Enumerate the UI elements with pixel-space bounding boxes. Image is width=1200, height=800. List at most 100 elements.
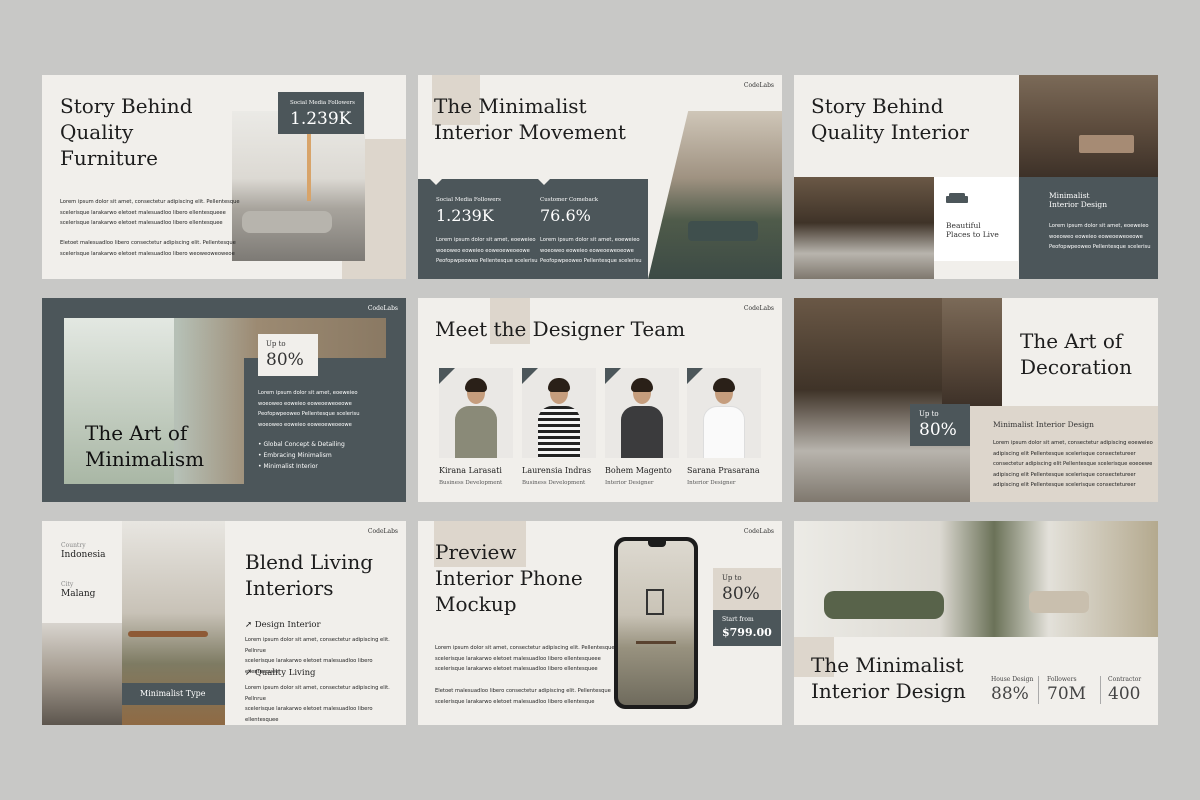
stat2-value: 76.6%	[540, 206, 591, 225]
member-name-1: Kirana Larasati	[439, 466, 502, 475]
bullet-2: • Embracing Minimalism	[258, 452, 332, 459]
arrow-icon: ➚	[245, 668, 255, 678]
slide-story-behind-interior[interactable]: CodeLabs Story Behind Quality Interior M…	[794, 75, 1158, 279]
city-label: City	[61, 581, 74, 588]
kitchen-photo	[794, 177, 934, 279]
slide-title: Story Behind Quality Interior	[811, 94, 969, 144]
slide-title: Story Behind Quality Furniture	[60, 94, 193, 170]
upto-value: 80%	[266, 350, 304, 370]
stat-box: Up to 80%	[910, 404, 970, 446]
kitchen-photo	[42, 623, 122, 725]
member-name-3: Bohem Magento	[605, 466, 672, 475]
side-body: Lorem ipsum dolor sit amet, eoeweieo woe…	[1049, 223, 1151, 250]
slide-phone-mockup[interactable]: CodeLabs Preview Interior Phone Mockup L…	[418, 521, 782, 725]
slide-title: Preview Interior Phone Mockup	[435, 540, 583, 616]
member-name-4: Sarana Prasarana	[687, 466, 760, 475]
stats-panel: Lorem ipsum dolor sit amet, eoeweieo woe…	[244, 358, 386, 484]
member-name-2: Laurensia Indras	[522, 466, 592, 475]
brand-label: CodeLabs	[743, 528, 774, 535]
panel-body: Lorem ipsum dolor sit amet, eoeweieo woe…	[258, 390, 360, 428]
side-body: Lorem ipsum dolor sit amet, consectetur …	[993, 440, 1153, 488]
upto-value: 80%	[722, 584, 760, 604]
stat-label: Social Media Followers	[290, 100, 355, 106]
team-photo-2	[522, 368, 596, 458]
side-title: Minimalist Interior Design	[1049, 191, 1108, 209]
upto-label: Up to	[919, 410, 939, 418]
price-value: $799.00	[722, 626, 772, 639]
feature-card: Beautiful Places to Live	[934, 177, 1018, 261]
slide-title: The Art of Decoration	[1020, 329, 1132, 379]
stat3-label: Contractor	[1108, 676, 1142, 683]
slide-title: The Art of Minimalism	[85, 421, 205, 471]
lounge-photo	[794, 521, 1158, 637]
phone-mockup	[614, 537, 698, 709]
slide-blend-living[interactable]: CodeLabs Country Indonesia City Malang M…	[42, 521, 406, 725]
card-label: Beautiful Places to Live	[946, 221, 999, 239]
item2-body: Lorem ipsum dolor sit amet, consectetur …	[245, 685, 390, 723]
stat1-body: Lorem ipsum dolor sit amet, eoeweieo woe…	[436, 237, 538, 264]
stat3-value: 400	[1108, 684, 1141, 704]
stat1-value: 88%	[991, 684, 1029, 704]
stat-box: Up to 80%	[258, 334, 318, 376]
brand-label: CodeLabs	[367, 528, 398, 535]
tag-box: Minimalist Type	[122, 683, 225, 705]
upto-value: 80%	[919, 420, 957, 440]
bedroom-photo	[1019, 75, 1158, 177]
member-role-2: Business Development	[522, 480, 586, 486]
slide-minimalist-design[interactable]: The Minimalist Interior Design House Des…	[794, 521, 1158, 725]
bullet-3: • Minimalist Interior	[258, 463, 318, 470]
phone-screen	[618, 541, 694, 705]
divider	[1100, 676, 1101, 704]
stat1-label: Social Media Followers	[436, 197, 501, 203]
item2-title: ➚ Quality Living	[245, 668, 316, 678]
room-photo	[648, 111, 782, 279]
slide-minimalist-movement[interactable]: CodeLabs The Minimalist Interior Movemen…	[418, 75, 782, 279]
tag-label: Minimalist Type	[140, 689, 206, 698]
city-value: Malang	[61, 589, 96, 599]
stat2-body: Lorem ipsum dolor sit amet, eoeweieo woe…	[540, 237, 642, 264]
stat1-label: House Design	[991, 676, 1034, 683]
bullet-1: • Global Concept & Detailing	[258, 441, 345, 448]
slide-art-of-decoration[interactable]: The Art of Decoration Minimalist Interio…	[794, 298, 1158, 502]
side-title: Minimalist Interior Design	[993, 420, 1094, 429]
stat2-label: Customer Comeback	[540, 197, 599, 203]
upto-label: Up to	[722, 574, 742, 582]
item1-title: ➚ Design Interior	[245, 620, 321, 630]
member-role-4: Interior Designer	[687, 480, 736, 486]
sofa-icon	[946, 193, 968, 203]
brand-label: CodeLabs	[743, 82, 774, 89]
country-value: Indonesia	[61, 550, 106, 560]
slide-art-of-minimalism[interactable]: CodeLabs Lorem ipsum dolor sit amet, eoe…	[42, 298, 406, 502]
info-panel: Minimalist Interior Design Lorem ipsum d…	[970, 406, 1158, 502]
member-role-3: Interior Designer	[605, 480, 654, 486]
body-text: Lorem ipsum dolor sit amet, consectetur …	[60, 199, 240, 226]
slide-title: The Minimalist Interior Design	[811, 653, 966, 703]
slide-story-behind-furniture[interactable]: Social Media Followers 1.239K Story Behi…	[42, 75, 406, 279]
slide-designer-team[interactable]: CodeLabs Meet the Designer Team Kirana L…	[418, 298, 782, 502]
body-text: Lorem ipsum dolor sit amet, consectetur …	[435, 645, 615, 672]
divider	[1038, 676, 1039, 704]
info-panel: Minimalist Interior Design Lorem ipsum d…	[1019, 177, 1158, 279]
slide-title: The Minimalist Interior Movement	[434, 94, 626, 144]
slide-title: Blend Living Interiors	[245, 550, 374, 600]
brand-label: CodeLabs	[367, 305, 398, 312]
country-label: Country	[61, 542, 86, 549]
stat2-value: 70M	[1047, 684, 1087, 704]
team-photo-3	[605, 368, 679, 458]
price-label: Start from	[722, 616, 754, 623]
price-box: Start from $799.00	[713, 610, 781, 646]
stat-value: 1.239K	[290, 109, 352, 129]
member-role-1: Business Development	[439, 480, 503, 486]
body-text-2: Eletoet malesuadloo libero consectetur a…	[60, 240, 236, 257]
stats-panel: Social Media Followers 1.239K Customer C…	[418, 179, 648, 279]
stat-box: Up to 80%	[713, 568, 781, 610]
team-photo-4	[687, 368, 761, 458]
slide-title: Meet the Designer Team	[435, 317, 686, 341]
interior-photo-2	[942, 298, 1002, 406]
stat1-value: 1.239K	[436, 206, 494, 225]
body-text-2: Eletoet malesuadloo libero consectetur a…	[435, 688, 611, 705]
upto-label: Up to	[266, 340, 286, 348]
arrow-icon: ➚	[245, 620, 255, 630]
stat2-label: Followers	[1047, 676, 1077, 683]
stat-box: Social Media Followers 1.239K	[278, 92, 364, 134]
